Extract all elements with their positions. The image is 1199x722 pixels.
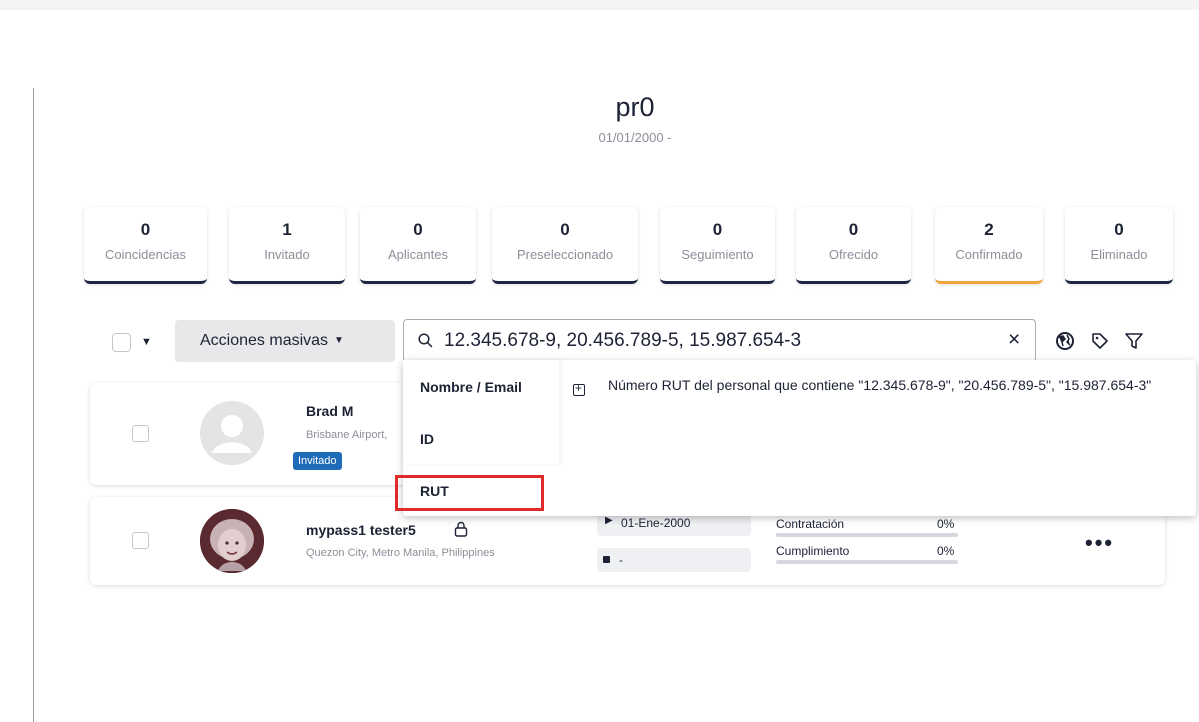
select-menu-caret-icon[interactable]: ▼ (141, 333, 152, 352)
globe-icon[interactable] (1055, 331, 1075, 351)
end-date-pill: - (597, 548, 751, 572)
start-date: 01-Ene-2000 (621, 516, 691, 530)
stage-tab-eliminado[interactable]: 0 Eliminado (1065, 207, 1173, 284)
metric-label-cumplimiento: Cumplimiento (776, 544, 850, 558)
metric-label-contratacion: Contratación (776, 517, 845, 531)
stage-label: Preseleccionado (516, 247, 614, 262)
page-title: pr0 (615, 92, 655, 122)
stage-count: 0 (712, 220, 723, 239)
search-value: 12.345.678-9, 20.456.789-5, 15.987.654-3 (444, 330, 802, 351)
avatar (200, 509, 264, 573)
option-nombre-email[interactable]: Nombre / Email (420, 379, 522, 395)
user-placeholder-icon (212, 415, 252, 453)
candidate-name[interactable]: Brad M (306, 403, 353, 419)
search-input[interactable]: 12.345.678-9, 20.456.789-5, 15.987.654-3… (403, 319, 1036, 362)
left-divider (33, 88, 34, 722)
clear-search-icon[interactable]: × (1008, 328, 1020, 352)
end-date: - (619, 553, 623, 567)
row-checkbox[interactable] (132, 532, 149, 549)
expand-icon (573, 381, 585, 396)
stage-count: 2 (984, 220, 994, 239)
chevron-down-icon: ▼ (334, 335, 344, 346)
select-all-checkbox[interactable] (112, 333, 131, 352)
stage-label: Invitado (264, 247, 310, 262)
metric-value-cumplimiento: 0% (937, 544, 955, 558)
stop-icon (603, 556, 610, 563)
stage-label: Aplicantes (388, 247, 448, 262)
metric-value-contratacion: 0% (937, 517, 955, 531)
stage-label: Seguimiento (681, 247, 754, 262)
page-subtitle: 01/01/2000 - (598, 130, 672, 145)
top-band (0, 0, 1199, 10)
stage-tab-seguimiento[interactable]: 0 Seguimiento (660, 207, 775, 284)
stage-count: 0 (1114, 220, 1124, 239)
user-photo-icon (200, 509, 264, 573)
stage-label: Ofrecido (828, 247, 879, 262)
stage-tab-ofrecido[interactable]: 0 Ofrecido (796, 207, 911, 284)
candidate-name[interactable]: mypass1 tester5 (306, 522, 416, 538)
stage-label: Confirmado (955, 247, 1023, 262)
stage-count: 0 (140, 220, 151, 239)
bulk-actions-button[interactable]: Acciones masivas ▼ (175, 320, 395, 362)
search-icon (418, 333, 433, 348)
lock-icon (454, 521, 468, 537)
avatar (200, 401, 264, 465)
play-icon: ▶ (605, 515, 613, 526)
stage-label: Eliminado (1090, 247, 1148, 262)
status-badge: Invitado (293, 452, 342, 470)
stage-tab-aplicantes[interactable]: 0 Aplicantes (360, 207, 476, 284)
search-field-options (403, 360, 559, 464)
option-id[interactable]: ID (420, 431, 434, 447)
suggestion-description[interactable]: Número RUT del personal que contiene "12… (608, 376, 1188, 395)
stage-tab-coincidencias[interactable]: 0 Coincidencias (84, 207, 207, 284)
candidate-location: Brisbane Airport, (306, 429, 388, 441)
more-options-icon[interactable]: ••• (1085, 530, 1114, 556)
stage-count: 0 (560, 220, 570, 239)
candidate-location: Quezon City, Metro Manila, Philippines (306, 547, 495, 559)
filter-icon[interactable] (1124, 331, 1144, 351)
stage-count: 1 (282, 220, 292, 239)
progress-bar-cumplimiento (776, 560, 958, 564)
stage-label: Coincidencias (105, 247, 186, 262)
stage-tab-confirmado[interactable]: 2 Confirmado (935, 207, 1043, 284)
stage-count: 0 (413, 220, 423, 239)
row-checkbox[interactable] (132, 425, 149, 442)
bulk-actions-label: Acciones masivas (200, 332, 329, 349)
stage-tab-preseleccionado[interactable]: 0 Preseleccionado (492, 207, 638, 284)
progress-bar-contratacion (776, 533, 958, 537)
rut-highlight-box (395, 475, 544, 511)
tag-icon[interactable] (1090, 331, 1110, 351)
stage-count: 0 (848, 220, 859, 239)
stage-tab-invitado[interactable]: 1 Invitado (229, 207, 345, 284)
